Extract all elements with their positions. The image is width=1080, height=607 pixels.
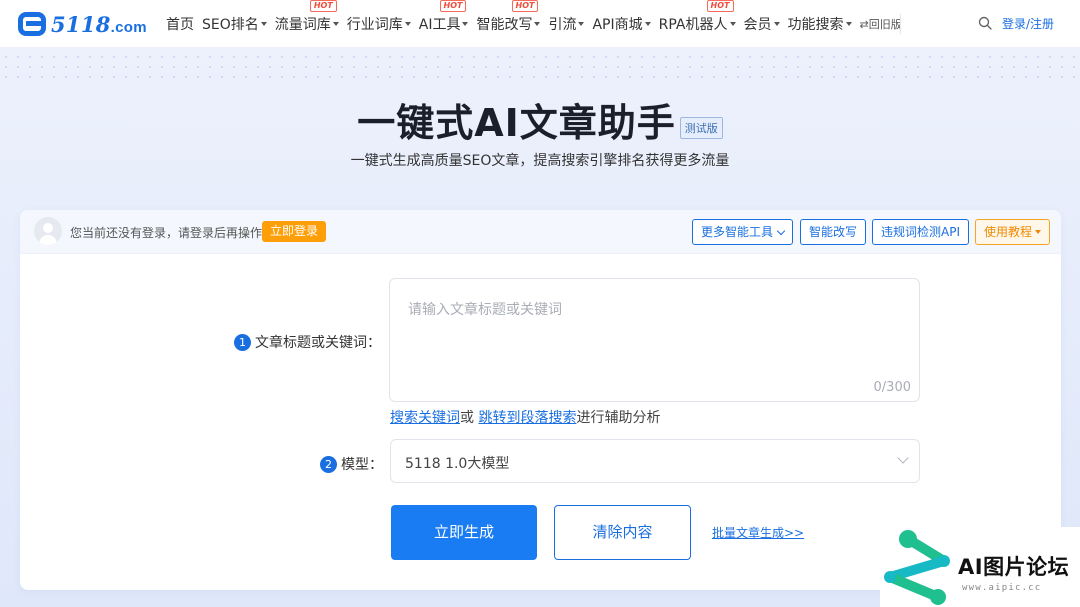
login-register-link[interactable]: 登录/注册 — [1002, 15, 1054, 32]
nav-item-traffic-words[interactable]: HOT 流量词库 — [275, 0, 339, 34]
smart-rewrite-button[interactable]: 智能改写 — [800, 219, 867, 245]
model-label: 2 模型： — [320, 454, 383, 474]
beta-badge: 测试版 — [679, 117, 723, 139]
nav-item-home[interactable]: 首页 — [166, 14, 194, 34]
hot-badge: HOT — [309, 0, 337, 12]
watermark-url: www.aipic.cc — [962, 583, 1042, 593]
char-counter: 0/300 — [873, 380, 911, 395]
caret-down-icon — [845, 22, 852, 26]
caret-down-icon — [578, 22, 585, 26]
model-select[interactable]: 5118 1.0大模型 — [390, 439, 920, 483]
caret-down-icon — [462, 22, 469, 26]
title-keyword-label: 1 文章标题或关键词： — [234, 332, 381, 352]
page-subtitle: 一键式生成高质量SEO文章，提高搜索引擎排名获得更多流量 — [350, 153, 730, 169]
paragraph-search-link[interactable]: 跳转到段落搜索 — [478, 410, 576, 426]
chevron-down-icon — [897, 452, 909, 464]
clear-button[interactable]: 清除内容 — [554, 505, 691, 560]
model-selected-value: 5118 1.0大模型 — [405, 456, 510, 472]
chevron-down-icon — [776, 226, 786, 236]
caret-down-icon — [644, 22, 651, 26]
watermark-logo-icon — [884, 530, 950, 605]
caret-down-icon — [332, 22, 339, 26]
more-tools-dropdown[interactable]: 更多智能工具 — [692, 219, 794, 245]
hot-badge: HOT — [439, 0, 467, 12]
nav-item-api-mall[interactable]: API商城 — [592, 14, 651, 34]
search-keyword-link[interactable]: 搜索关键词 — [390, 410, 460, 426]
nav-divider — [900, 14, 901, 34]
title-keyword-textarea[interactable]: 请输入文章标题或关键词 0/300 — [389, 278, 920, 402]
page-title: 一键式AI文章助手 — [357, 101, 676, 145]
nav-item-industry-words[interactable]: 行业词库 — [347, 14, 411, 34]
nav-item-membership[interactable]: 会员 — [744, 14, 780, 34]
card-header: 您当前还没有登录，请登录后再操作 立即登录 更多智能工具 智能改写 违规词检测A… — [20, 210, 1061, 254]
hot-badge: HOT — [511, 0, 539, 12]
step-number-2: 2 — [320, 456, 337, 473]
page-title-block: 一键式AI文章助手 测试版 — [0, 92, 1080, 147]
assist-analysis-line: 搜索关键词或 跳转到段落搜索进行辅助分析 — [390, 410, 661, 426]
watermark: AI图片论坛 www.aipic.cc — [880, 527, 1080, 607]
caret-down-icon — [729, 22, 736, 26]
watermark-title: AI图片论坛 — [958, 555, 1070, 579]
old-version-link[interactable]: ⇄回旧版 — [860, 16, 902, 32]
search-icon[interactable] — [978, 16, 992, 30]
avatar — [34, 217, 62, 245]
caret-down-icon — [404, 22, 411, 26]
nav-item-seo-rank[interactable]: SEO排名 — [202, 14, 267, 34]
caret-down-icon — [773, 22, 780, 26]
decorative-dots — [0, 52, 1080, 82]
step-number-1: 1 — [234, 334, 251, 351]
nav-item-feature-search[interactable]: 功能搜索 — [788, 14, 852, 34]
login-now-button[interactable]: 立即登录 — [262, 221, 327, 242]
main-nav: 首页 SEO排名 HOT 流量词库 行业词库 HOT AI工具 HOT 智能改写 引流… — [166, 0, 910, 48]
site-logo[interactable]: 5118.com — [18, 10, 147, 38]
generate-button[interactable]: 立即生成 — [391, 505, 537, 560]
logo-mark-icon — [18, 10, 48, 38]
nav-item-rpa-robot[interactable]: HOT RPA机器人 — [659, 0, 736, 34]
nav-item-smart-rewrite[interactable]: HOT 智能改写 — [476, 0, 541, 34]
nav-item-traffic-lead[interactable]: 引流 — [548, 14, 585, 34]
caret-down-icon — [534, 22, 541, 26]
hot-badge: HOT — [706, 0, 734, 12]
batch-generate-link[interactable]: 批量文章生成>> — [712, 524, 804, 541]
login-notice: 您当前还没有登录，请登录后再操作 — [70, 226, 263, 240]
caret-down-icon — [260, 22, 267, 26]
textarea-placeholder: 请输入文章标题或关键词 — [408, 302, 562, 318]
logo-text: 5118.com — [51, 11, 147, 37]
tutorial-dropdown[interactable]: 使用教程 — [975, 219, 1051, 245]
nav-item-ai-tools[interactable]: HOT AI工具 — [419, 0, 469, 34]
top-navbar: 5118.com 首页 SEO排名 HOT 流量词库 行业词库 HOT AI工具 H… — [0, 0, 1080, 48]
caret-down-icon — [1035, 230, 1042, 234]
violation-api-button[interactable]: 违规词检测API — [872, 219, 969, 245]
